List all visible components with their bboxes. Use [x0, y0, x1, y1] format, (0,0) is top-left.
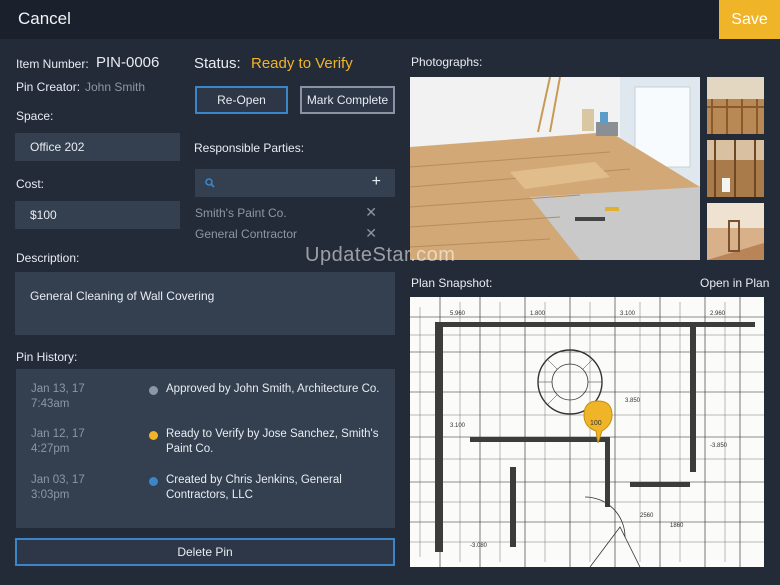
history-date: Jan 12, 17 4:27pm: [31, 428, 85, 455]
pin-creator-label: Pin Creator:: [16, 80, 81, 94]
svg-text:-3.850: -3.850: [710, 443, 728, 449]
mark-complete-button[interactable]: Mark Complete: [300, 86, 395, 114]
open-in-plan-link[interactable]: Open in Plan: [700, 276, 769, 290]
remove-party-icon[interactable]: ✕: [365, 204, 377, 221]
photo-thumbnail[interactable]: [707, 203, 764, 260]
description-label: Description:: [16, 251, 80, 265]
status-dot-icon: [149, 386, 158, 395]
history-text: Approved by John Smith, Architecture Co.: [166, 383, 380, 395]
svg-text:100: 100: [590, 420, 602, 427]
svg-text:2.960: 2.960: [710, 311, 726, 317]
svg-text:1.800: 1.800: [530, 311, 546, 317]
delete-pin-button[interactable]: Delete Pin: [15, 538, 395, 566]
reopen-button[interactable]: Re-Open: [195, 86, 288, 114]
description-field[interactable]: General Cleaning of Wall Covering: [15, 272, 395, 335]
plan-snapshot-label: Plan Snapshot:: [411, 276, 493, 290]
status-dot-icon: [149, 477, 158, 486]
cost-field[interactable]: $100: [15, 201, 180, 229]
responsible-party-item: Smith's Paint Co. ✕: [195, 204, 395, 221]
party-name: Smith's Paint Co.: [195, 206, 287, 220]
party-name: General Contractor: [195, 227, 298, 241]
space-field[interactable]: Office 202: [15, 133, 180, 161]
status-dot-icon: [149, 431, 158, 440]
history-text: Created by Chris Jenkins, General Contra…: [166, 474, 342, 501]
plan-snapshot[interactable]: 5.960 1.800 3.100 2.960 3.100 3.850 -3.850 2…: [410, 297, 764, 567]
svg-text:2560: 2560: [640, 513, 654, 519]
status-value: Ready to Verify: [251, 55, 353, 72]
search-icon: [205, 178, 215, 188]
pin-creator-value: John Smith: [85, 80, 146, 94]
svg-text:5.960: 5.960: [450, 311, 466, 317]
watermark: UpdateStar.com: [305, 244, 456, 266]
photo-thumbnail[interactable]: [707, 77, 764, 134]
svg-text:3.850: 3.850: [625, 398, 641, 404]
cancel-button[interactable]: Cancel: [18, 9, 71, 29]
top-bar: Cancel Save: [0, 0, 780, 39]
responsible-party-item: General Contractor ✕: [195, 225, 395, 242]
photo-thumbnail[interactable]: [707, 140, 764, 197]
responsible-search-input[interactable]: +: [195, 169, 395, 197]
pin-history-list: Jan 13, 17 7:43am Approved by John Smith,…: [16, 369, 395, 528]
pin-detail-panel: Item Number: PIN-0006 Pin Creator: John …: [0, 39, 780, 585]
history-text: Ready to Verify by Jose Sanchez, Smith's…: [166, 428, 379, 455]
svg-text:-3.080: -3.080: [470, 543, 488, 549]
item-number-value: PIN-0006: [96, 54, 160, 71]
responsible-parties-label: Responsible Parties:: [194, 141, 305, 155]
space-label: Space:: [16, 109, 54, 123]
photographs-label: Photographs:: [411, 55, 483, 69]
floor-plan-drawing: 5.960 1.800 3.100 2.960 3.100 3.850 -3.850 2…: [410, 297, 764, 567]
remove-party-icon[interactable]: ✕: [365, 225, 377, 242]
cost-label: Cost:: [16, 177, 45, 191]
svg-text:1860: 1860: [670, 523, 684, 529]
item-number-label: Item Number:: [16, 57, 89, 71]
history-date: Jan 13, 17 7:43am: [31, 383, 85, 410]
pin-history-label: Pin History:: [16, 350, 78, 364]
save-button[interactable]: Save: [719, 0, 780, 39]
plus-icon[interactable]: +: [372, 173, 381, 191]
status-label: Status:: [194, 55, 241, 72]
history-date: Jan 03, 17 3:03pm: [31, 474, 85, 501]
svg-text:3.100: 3.100: [450, 423, 466, 429]
svg-text:3.100: 3.100: [620, 311, 636, 317]
main-photo[interactable]: [410, 77, 700, 260]
